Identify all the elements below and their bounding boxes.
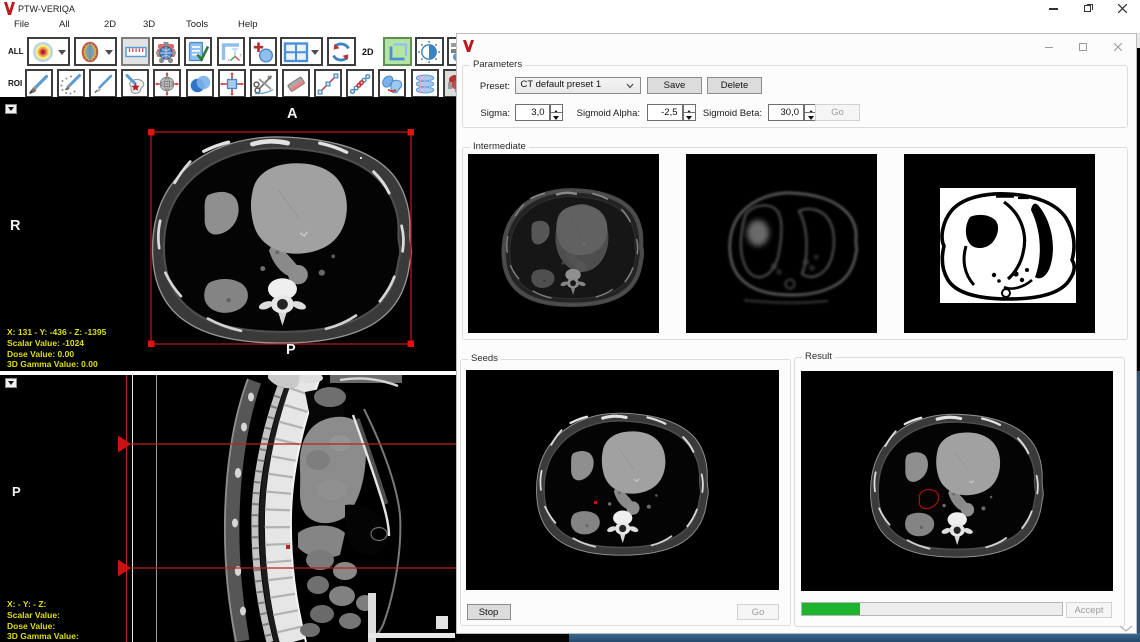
- svg-text:x: x: [227, 57, 230, 62]
- svg-text:z: z: [239, 52, 242, 57]
